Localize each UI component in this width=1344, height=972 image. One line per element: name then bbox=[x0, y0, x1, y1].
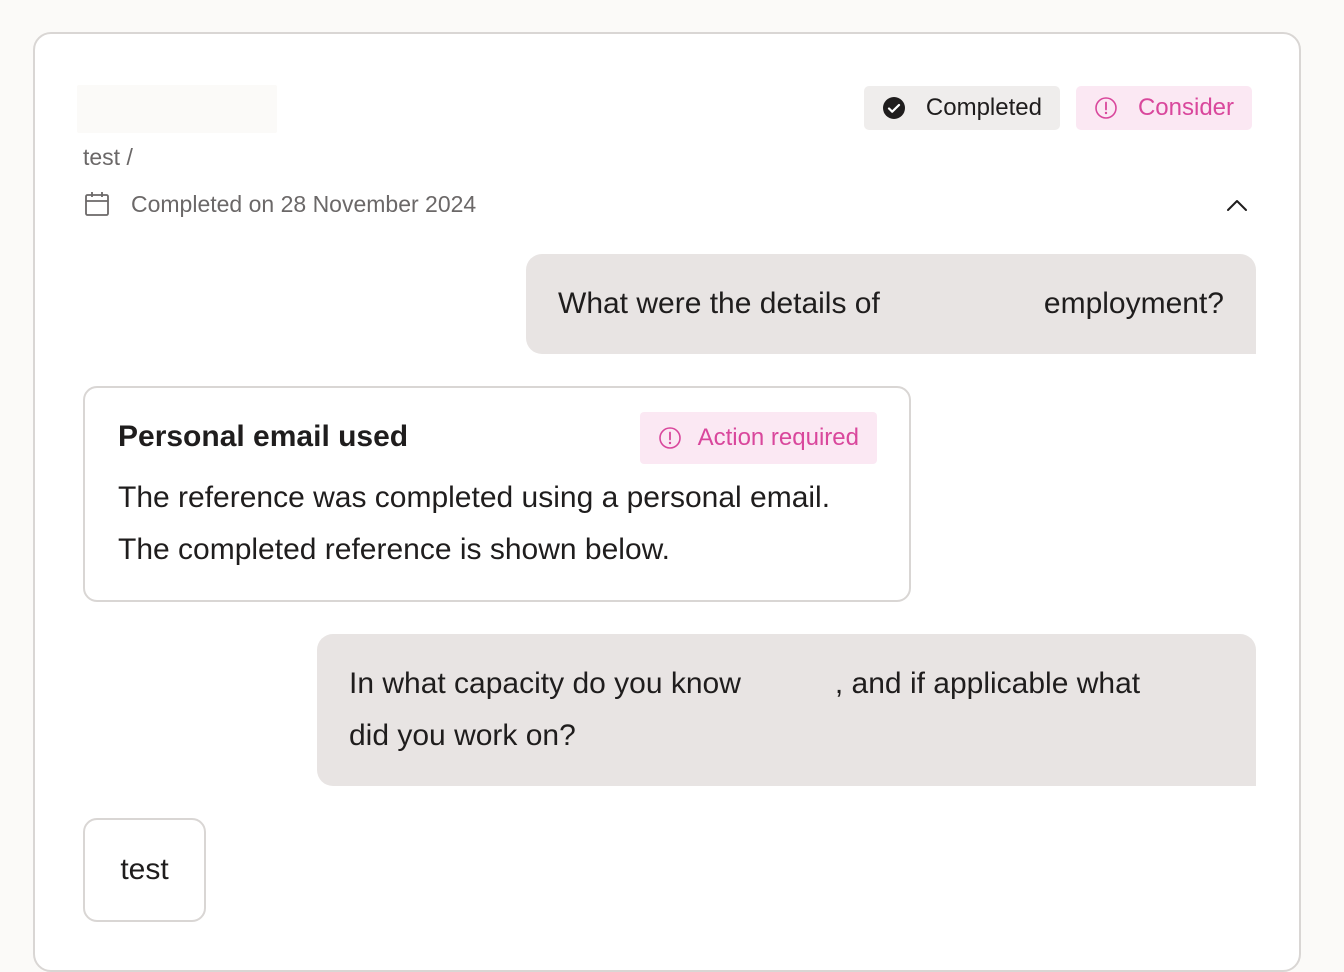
action-required-label: Action required bbox=[697, 424, 859, 451]
check-circle-icon bbox=[882, 96, 906, 120]
completed-date: Completed on 28 November 2024 bbox=[131, 190, 477, 217]
flag-title: Personal email used bbox=[118, 420, 409, 453]
question-2-line-1-start: In what capacity do you know bbox=[349, 667, 741, 700]
action-required-badge: Action required bbox=[639, 412, 877, 464]
alert-circle-icon bbox=[1094, 96, 1118, 120]
reference-card: Completed Consider test / Completed on 2 bbox=[33, 32, 1301, 972]
collapse-toggle[interactable] bbox=[1225, 194, 1249, 218]
answer-text: test bbox=[120, 853, 169, 886]
flag-body-line-2: The completed reference is shown below. bbox=[118, 533, 670, 566]
question-bubble-2: In what capacity do you know , and if ap… bbox=[317, 634, 1256, 786]
answer-bubble: test bbox=[83, 818, 206, 922]
question-bubble-1: What were the details of employment? bbox=[526, 254, 1256, 354]
status-consider-label: Consider bbox=[1137, 94, 1234, 121]
referee-name-placeholder bbox=[77, 85, 277, 133]
flag-body: The reference was completed using a pers… bbox=[118, 472, 898, 576]
chevron-up-icon bbox=[1225, 194, 1249, 218]
question-2-line-2: did you work on? bbox=[349, 719, 576, 752]
question-2-line-1-end: , and if applicable what bbox=[834, 667, 1141, 700]
calendar-icon bbox=[83, 190, 111, 218]
redacted-name-gap bbox=[741, 658, 835, 710]
flag-body-line-1: The reference was completed using a pers… bbox=[118, 481, 831, 514]
status-completed-label: Completed bbox=[925, 94, 1042, 121]
completed-date-row: Completed on 28 November 2024 bbox=[83, 190, 476, 218]
status-badge-completed: Completed bbox=[863, 86, 1060, 130]
status-badges: Completed Consider bbox=[863, 86, 1252, 130]
alert-circle-icon bbox=[658, 426, 682, 450]
flag-card: Personal email used Action required The … bbox=[83, 386, 911, 602]
question-1-text-end: employment? bbox=[1043, 287, 1224, 320]
breadcrumb[interactable]: test / bbox=[83, 144, 133, 171]
question-1-text-start: What were the details of bbox=[558, 287, 880, 320]
status-badge-consider: Consider bbox=[1075, 86, 1252, 130]
